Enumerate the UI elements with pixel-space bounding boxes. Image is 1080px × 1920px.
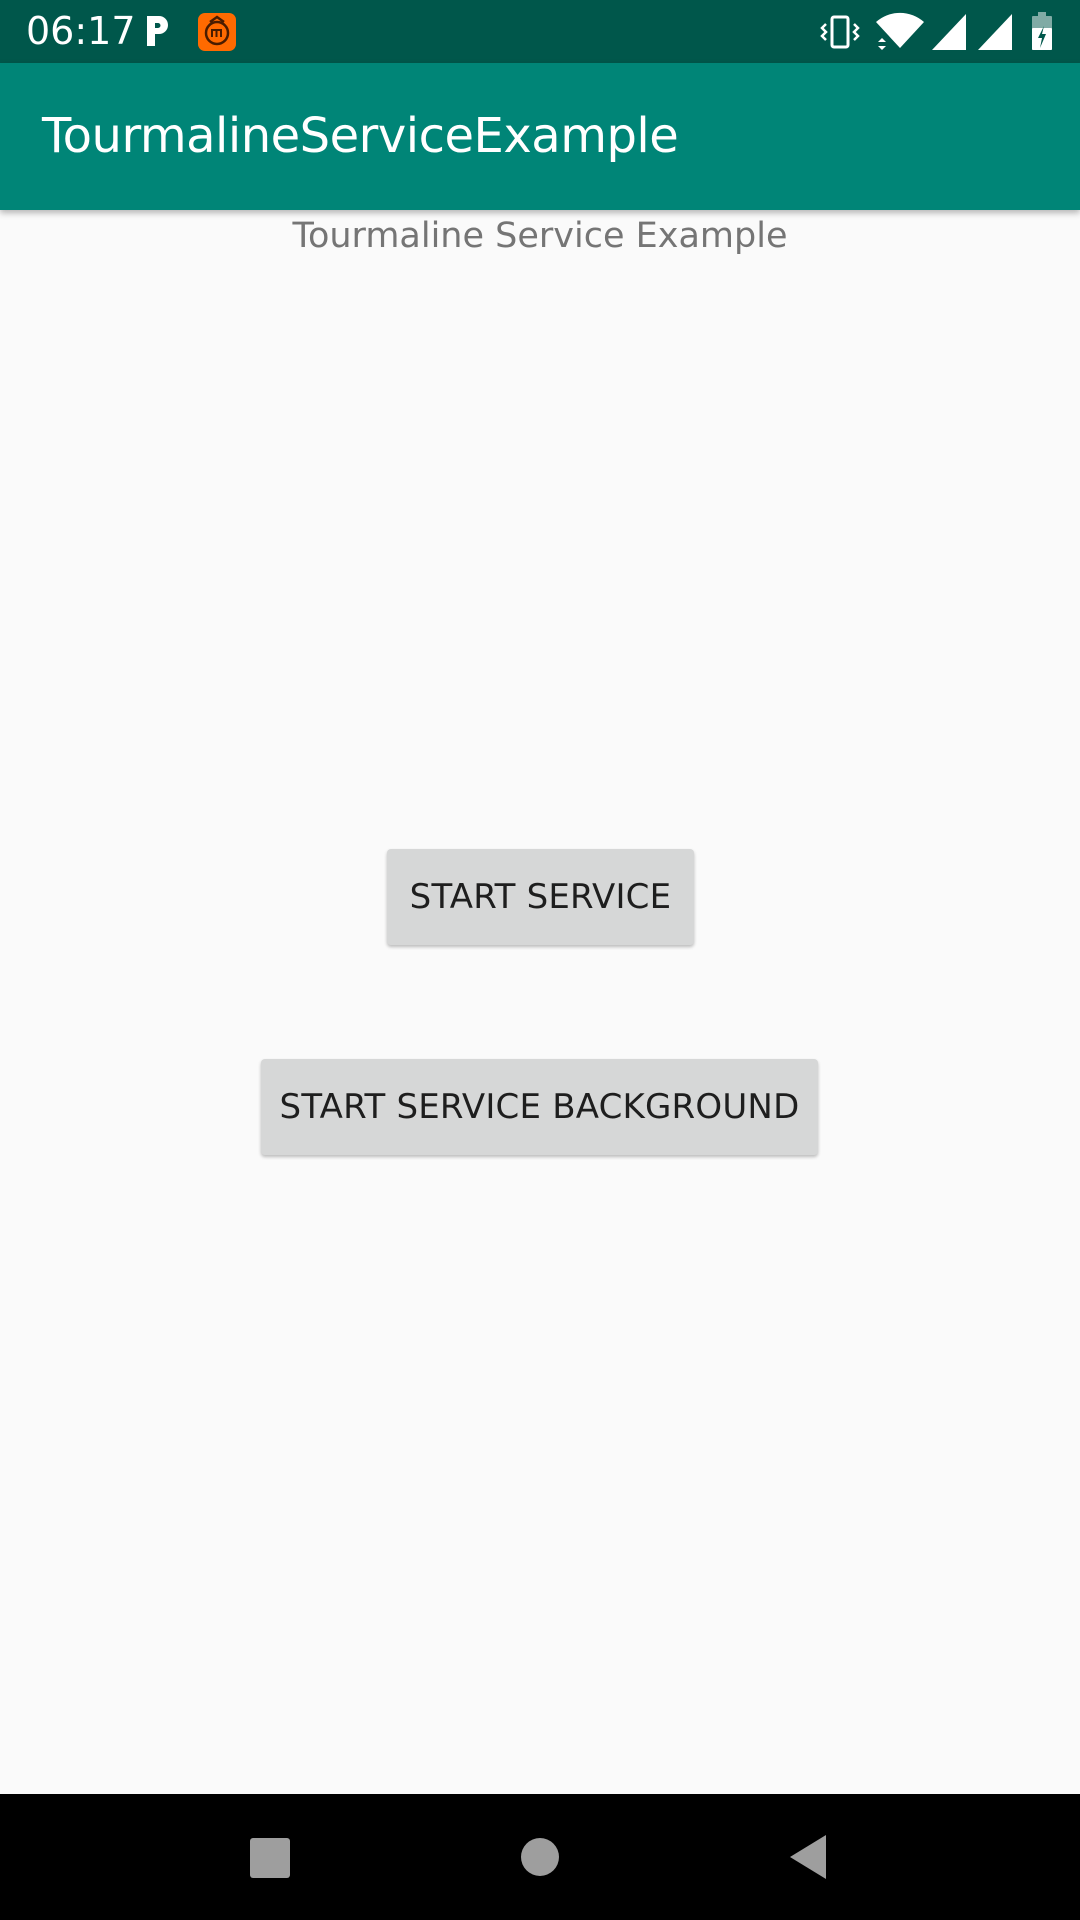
status-bar: 06:17 — [0, 0, 1080, 63]
app-bar: TourmalineServiceExample — [0, 63, 1080, 210]
main-content: Tourmaline Service Example START SERVICE… — [0, 210, 1080, 1794]
status-time: 06:17 — [26, 9, 136, 53]
parking-icon — [147, 16, 168, 46]
wifi-icon — [876, 12, 924, 50]
app-title: TourmalineServiceExample — [42, 108, 679, 164]
battery-charging-icon — [1032, 12, 1052, 50]
signal-icon — [932, 14, 966, 50]
start-service-background-button[interactable]: START SERVICE BACKGROUND — [261, 1059, 818, 1155]
start-service-button[interactable]: START SERVICE — [387, 849, 694, 945]
signal-icon — [978, 14, 1012, 50]
navigation-bar — [0, 1794, 1080, 1920]
vibrate-icon — [820, 15, 860, 49]
back-icon[interactable] — [786, 1833, 830, 1881]
home-icon[interactable] — [519, 1836, 561, 1878]
mi-app-icon — [198, 13, 236, 51]
page-heading: Tourmaline Service Example — [292, 216, 788, 256]
recents-icon[interactable] — [248, 1836, 292, 1880]
